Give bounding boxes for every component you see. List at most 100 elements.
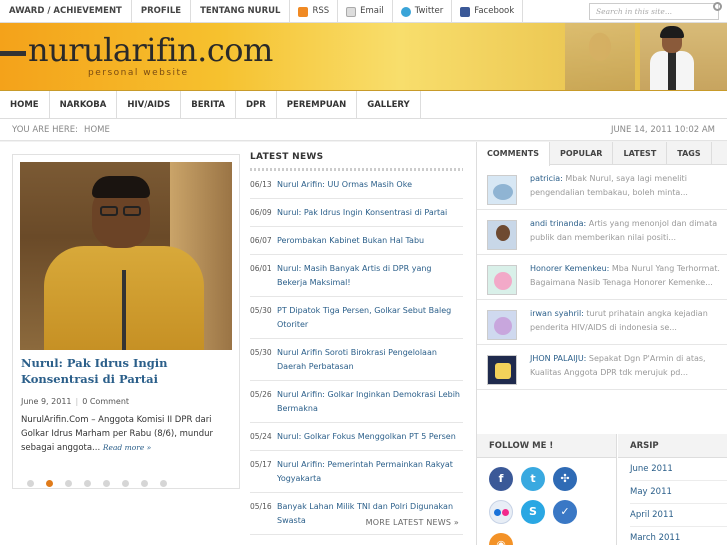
news-title[interactable]: Nurul Arifin: Golkar Inginkan Demokrasi …: [277, 388, 463, 416]
comment-item[interactable]: andi trinanda: Artis yang menonjol dan d…: [477, 210, 727, 255]
slider-dot[interactable]: [122, 480, 129, 487]
news-item[interactable]: 05/24 Nurul: Golkar Fokus Menggolkan PT 5…: [250, 423, 463, 451]
avatar[interactable]: [487, 310, 517, 340]
news-date: 06/09: [250, 208, 272, 217]
slider-pagination: [27, 480, 167, 487]
featured-title[interactable]: Nurul: Pak Idrus Ingin Konsentrasi di Pa…: [21, 355, 231, 387]
news-item[interactable]: 05/17 Nurul Arifin: Pemerintah Permainkan…: [250, 451, 463, 493]
featured-image[interactable]: [20, 162, 232, 350]
slider-dot[interactable]: [46, 480, 53, 487]
comment-item[interactable]: patricia: Mbak Nurul, saya lagi meneliti…: [477, 165, 727, 210]
email-label: Email: [360, 6, 384, 16]
nav-narkoba[interactable]: NARKOBA: [50, 91, 118, 118]
comment-item[interactable]: irwan syahril: turut prihatain angka kej…: [477, 300, 727, 345]
news-date: 05/26: [250, 390, 272, 399]
comment-list: patricia: Mbak Nurul, saya lagi meneliti…: [477, 165, 727, 390]
slider-dot[interactable]: [27, 480, 34, 487]
news-date: 05/30: [250, 348, 272, 357]
featured-person-hair: [92, 176, 150, 198]
email-link[interactable]: Email: [338, 0, 393, 23]
facebook-icon[interactable]: f: [489, 467, 513, 491]
twitter-label: Twitter: [414, 6, 444, 16]
news-title[interactable]: Nurul Arifin: UU Ormas Masih Oke: [277, 178, 412, 192]
search-input[interactable]: Search in this site...: [589, 3, 719, 20]
site-logo[interactable]: nurularifin.com: [28, 31, 273, 69]
news-title[interactable]: Nurul: Pak Idrus Ingin Konsentrasi di Pa…: [277, 206, 447, 220]
archive-item[interactable]: April 2011: [630, 504, 727, 527]
news-item[interactable]: 05/30 Nurul Arifin Soroti Birokrasi Penge…: [250, 339, 463, 381]
news-title[interactable]: Nurul: Masih Banyak Artis di DPR yang Be…: [277, 262, 463, 290]
comment-author[interactable]: irwan syahril:: [530, 309, 584, 318]
twitter-link[interactable]: Twitter: [393, 0, 453, 23]
news-item[interactable]: 06/01 Nurul: Masih Banyak Artis di DPR ya…: [250, 255, 463, 297]
avatar[interactable]: [487, 220, 517, 250]
archive-item[interactable]: June 2011: [630, 458, 727, 481]
news-item[interactable]: 05/30 PT Dipatok Tiga Persen, Golkar Sebu…: [250, 297, 463, 339]
news-title[interactable]: Nurul: Golkar Fokus Menggolkan PT 5 Pers…: [277, 430, 456, 444]
slider-dot[interactable]: [65, 480, 72, 487]
facebook-link[interactable]: Facebook: [452, 0, 524, 23]
news-item[interactable]: 05/26 Nurul Arifin: Golkar Inginkan Demok…: [250, 381, 463, 423]
topnav-profile[interactable]: PROFILE: [132, 0, 192, 23]
news-item[interactable]: 06/13 Nurul Arifin: UU Ormas Masih Oke: [250, 171, 463, 199]
archive-item[interactable]: March 2011: [630, 527, 727, 545]
avatar[interactable]: [487, 265, 517, 295]
news-item[interactable]: 06/09 Nurul: Pak Idrus Ingin Konsentrasi …: [250, 199, 463, 227]
avatar[interactable]: [487, 175, 517, 205]
comment-author[interactable]: patricia:: [530, 174, 563, 183]
nav-dpr[interactable]: DPR: [236, 91, 277, 118]
comment-item[interactable]: Honorer Kemenkeu: Mba Nurul Yang Terhorm…: [477, 255, 727, 300]
news-title[interactable]: Perombakan Kabinet Bukan Hal Tabu: [277, 234, 424, 248]
search-icon[interactable]: [713, 2, 722, 11]
delicious-icon[interactable]: ✣: [553, 467, 577, 491]
news-title[interactable]: Nurul Arifin Soroti Birokrasi Pengelolaa…: [277, 346, 463, 374]
tab-comments[interactable]: COMMENTS: [477, 142, 550, 166]
meta-separator: |: [75, 397, 79, 406]
slider-dot[interactable]: [103, 480, 110, 487]
rss-link[interactable]: RSS: [290, 0, 339, 23]
breadcrumb-home[interactable]: HOME: [84, 125, 110, 135]
rss-icon[interactable]: ◉: [489, 533, 513, 545]
tab-popular[interactable]: POPULAR: [550, 142, 614, 164]
news-title[interactable]: PT Dipatok Tiga Persen, Golkar Sebut Bal…: [277, 304, 463, 332]
news-item[interactable]: 06/07 Perombakan Kabinet Bukan Hal Tabu: [250, 227, 463, 255]
sidebar-tabs: COMMENTS POPULAR LATEST TAGS: [477, 142, 727, 166]
flickr-icon[interactable]: [489, 500, 513, 524]
comment-author[interactable]: JHON PALAIJU:: [530, 354, 586, 363]
topnav-tentang[interactable]: TENTANG NURUL: [191, 0, 291, 23]
skype-glyph: S: [529, 505, 537, 518]
news-date: 06/01: [250, 264, 272, 273]
hyves-icon[interactable]: ✓: [553, 500, 577, 524]
slider-dot[interactable]: [141, 480, 148, 487]
tab-latest[interactable]: LATEST: [613, 142, 668, 164]
rss-glyph: ◉: [496, 538, 506, 545]
more-latest-news-link[interactable]: MORE LATEST NEWS »: [366, 518, 459, 527]
featured-comments[interactable]: 0 Comment: [82, 397, 129, 406]
comment-author[interactable]: Honorer Kemenkeu:: [530, 264, 609, 273]
nav-perempuan[interactable]: PEREMPUAN: [277, 91, 358, 118]
news-title[interactable]: Nurul Arifin: Pemerintah Permainkan Raky…: [277, 458, 463, 486]
nav-home[interactable]: HOME: [0, 91, 50, 118]
news-date: 05/24: [250, 432, 272, 441]
comment-item[interactable]: JHON PALAIJU: Sepakat Dgn P'Armin di ata…: [477, 345, 727, 390]
archive-item[interactable]: May 2011: [630, 481, 727, 504]
twitter-icon[interactable]: t: [521, 467, 545, 491]
current-datetime: JUNE 14, 2011 10:02 AM: [610, 125, 715, 135]
skype-icon[interactable]: S: [521, 500, 545, 524]
nav-gallery[interactable]: GALLERY: [357, 91, 421, 118]
nav-berita[interactable]: BERITA: [181, 91, 236, 118]
latest-news: LATEST NEWS 06/13 Nurul Arifin: UU Ormas …: [250, 148, 463, 538]
comment-text: Honorer Kemenkeu: Mba Nurul Yang Terhorm…: [530, 262, 722, 290]
twitter-icon: [400, 6, 411, 17]
read-more-link[interactable]: Read more »: [103, 443, 151, 452]
nav-hiv-aids[interactable]: HIV/AIDS: [117, 91, 182, 118]
news-item[interactable]: 05/16 Banyak Lahan Milik TNI dan Polri Di…: [250, 493, 463, 535]
news-date: 05/16: [250, 502, 272, 511]
slider-dot[interactable]: [160, 480, 167, 487]
topnav-award[interactable]: AWARD / ACHIEVEMENT: [0, 0, 132, 23]
avatar[interactable]: [487, 355, 517, 385]
tab-tags[interactable]: TAGS: [667, 142, 712, 164]
slider-dot[interactable]: [84, 480, 91, 487]
follow-me-box: FOLLOW ME ! f t ✣ S ✓ ◉: [477, 434, 617, 545]
comment-author[interactable]: andi trinanda:: [530, 219, 586, 228]
